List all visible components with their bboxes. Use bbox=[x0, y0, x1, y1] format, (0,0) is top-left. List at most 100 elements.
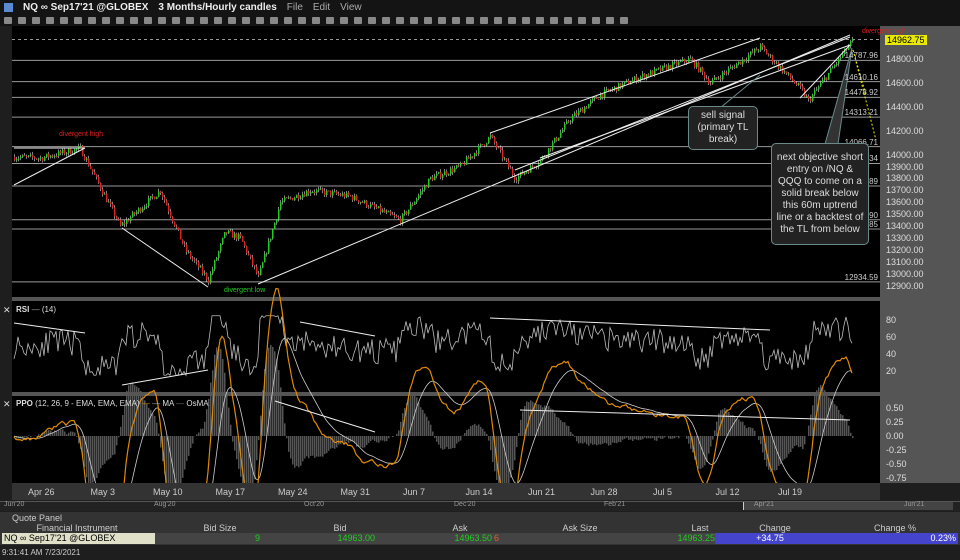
column-header[interactable]: Financial Instrument bbox=[2, 523, 152, 533]
overview-tick: Jun'21 bbox=[904, 501, 925, 508]
candle-body bbox=[328, 190, 330, 192]
candle-body bbox=[76, 148, 78, 150]
osma-bar bbox=[460, 436, 462, 441]
candle-body bbox=[746, 60, 748, 62]
candle-body bbox=[836, 63, 838, 66]
osma-bar bbox=[710, 436, 712, 447]
column-header[interactable]: Ask bbox=[400, 523, 520, 533]
osma-bar bbox=[62, 429, 64, 436]
ppo-tick: -0.75 bbox=[886, 473, 907, 483]
candle-body bbox=[138, 208, 140, 212]
osma-bar bbox=[512, 436, 514, 470]
candle-body bbox=[506, 158, 508, 161]
date-tick: Apr 26 bbox=[28, 487, 55, 497]
rsi-tick: 40 bbox=[886, 349, 897, 359]
osma-bar bbox=[110, 436, 112, 459]
candle-body bbox=[142, 208, 144, 212]
candle-body bbox=[718, 78, 720, 80]
osma-bar bbox=[472, 425, 474, 436]
quote-panel-title: Quote Panel bbox=[12, 513, 63, 523]
candle-body bbox=[738, 61, 740, 65]
candle-body bbox=[168, 205, 170, 212]
osma-bar bbox=[270, 344, 272, 436]
candle-body bbox=[108, 201, 110, 203]
candle-body bbox=[402, 214, 404, 224]
price-tick: 14400.00 bbox=[886, 101, 924, 112]
candle-body bbox=[830, 68, 832, 73]
osma-bar bbox=[234, 436, 236, 451]
candle-body bbox=[834, 65, 836, 68]
candle-body bbox=[256, 266, 258, 274]
overview-tick: Apr'21 bbox=[754, 501, 775, 508]
candle-body bbox=[510, 167, 512, 169]
candle-body bbox=[732, 66, 734, 68]
close-rsi-icon[interactable]: ✕ bbox=[3, 305, 11, 316]
candle-body bbox=[590, 100, 592, 105]
candle-body bbox=[596, 97, 598, 99]
osma-bar bbox=[140, 390, 142, 436]
osma-bar bbox=[722, 409, 724, 436]
candle-body bbox=[640, 76, 642, 80]
candle-body bbox=[814, 90, 816, 95]
close-ppo-icon[interactable]: ✕ bbox=[3, 399, 11, 410]
osma-bar bbox=[580, 436, 582, 443]
osma-bar bbox=[230, 424, 232, 436]
candle-body bbox=[88, 158, 90, 166]
candle-body bbox=[152, 196, 154, 198]
price-tick: 13000.00 bbox=[886, 269, 924, 280]
candle-body bbox=[68, 148, 70, 154]
candle-body bbox=[670, 65, 672, 70]
candle-body bbox=[724, 72, 726, 74]
overview-tick: Feb'21 bbox=[604, 501, 626, 508]
candle-body bbox=[52, 155, 54, 157]
osma-bar bbox=[94, 436, 96, 482]
osma-bar bbox=[204, 421, 206, 436]
candle-body bbox=[298, 194, 300, 199]
column-header[interactable]: Bid Size bbox=[160, 523, 280, 533]
osma-bar bbox=[418, 402, 420, 436]
candle-body bbox=[450, 168, 452, 175]
candle-body bbox=[774, 62, 776, 64]
osma-bar bbox=[628, 436, 630, 440]
candle-body bbox=[184, 243, 186, 245]
osma-bar bbox=[284, 423, 286, 436]
osma-bar bbox=[90, 436, 92, 484]
ppo-legend: PPO (12, 26, 9 - EMA, EMA, EMA) — — MA —… bbox=[16, 399, 209, 408]
column-header[interactable]: Ask Size bbox=[520, 523, 640, 533]
candle-body bbox=[728, 68, 730, 73]
osma-bar bbox=[266, 356, 268, 436]
price-tick: 13200.00 bbox=[886, 245, 924, 256]
osma-bar bbox=[558, 417, 560, 436]
osma-bar bbox=[314, 436, 316, 458]
candle-body bbox=[106, 193, 108, 202]
column-header[interactable]: Change bbox=[715, 523, 835, 533]
candle-body bbox=[470, 156, 472, 159]
osma-bar bbox=[486, 433, 488, 436]
osma-bar bbox=[664, 436, 666, 438]
level-label: 14787.96 bbox=[844, 51, 878, 61]
osma-bar bbox=[624, 436, 626, 439]
candle-body bbox=[554, 137, 556, 143]
candle-body bbox=[420, 191, 422, 196]
change-cell: +34.75 bbox=[756, 533, 784, 543]
osma-bar bbox=[568, 426, 570, 436]
column-header[interactable]: Bid bbox=[280, 523, 400, 533]
candle-body bbox=[92, 168, 94, 172]
osma-bar bbox=[570, 431, 572, 436]
osma-bar bbox=[66, 434, 68, 436]
osma-bar bbox=[200, 428, 202, 436]
column-header[interactable]: Change % bbox=[835, 523, 955, 533]
candle-body bbox=[408, 209, 410, 215]
osma-bar bbox=[822, 387, 824, 436]
candle-body bbox=[730, 67, 732, 69]
candle-body bbox=[492, 135, 494, 138]
instrument-cell[interactable]: NQ ∞ Sep17'21 @GLOBEX bbox=[2, 533, 155, 544]
candle-body bbox=[568, 121, 570, 123]
candle-body bbox=[414, 202, 416, 205]
candle-body bbox=[448, 174, 450, 176]
candle-body bbox=[24, 155, 26, 157]
candle-body bbox=[572, 116, 574, 122]
candle-body bbox=[80, 145, 82, 147]
osma-bar bbox=[134, 385, 136, 436]
candle-body bbox=[662, 65, 664, 71]
